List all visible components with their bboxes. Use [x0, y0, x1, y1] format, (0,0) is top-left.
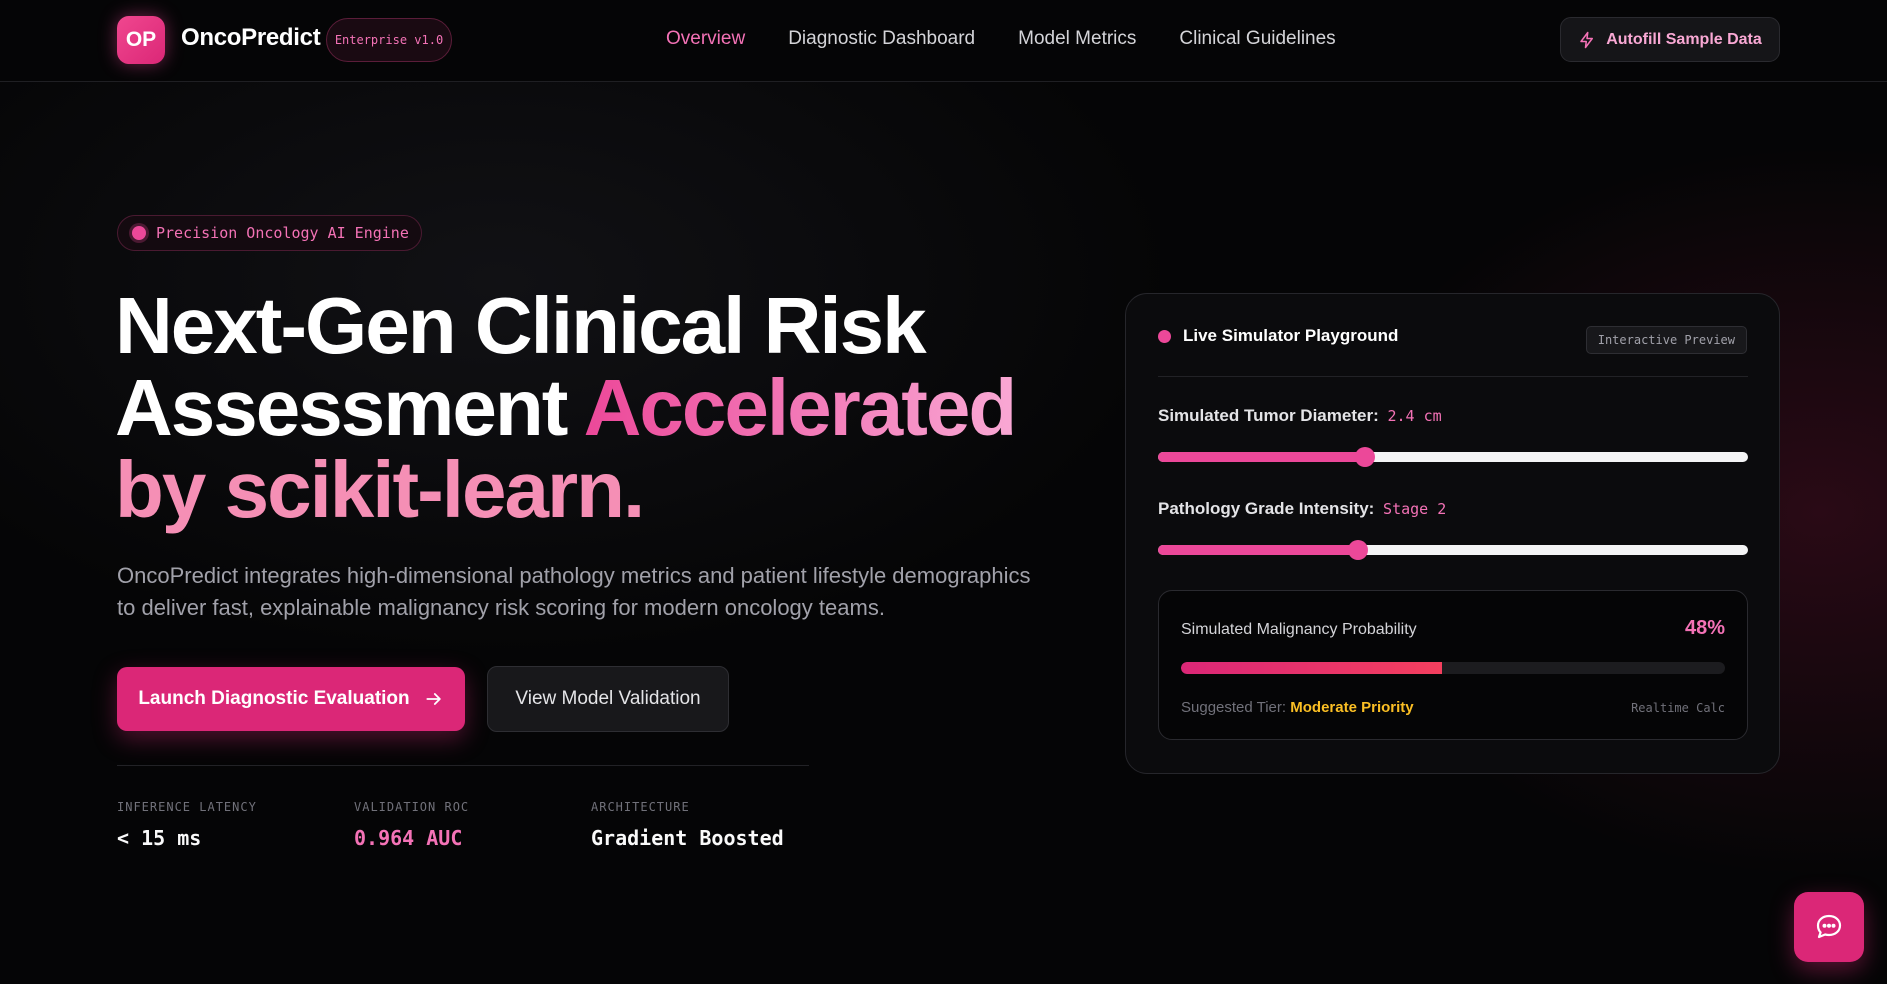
hero-tag-label: Precision Oncology AI Engine [156, 224, 409, 242]
stat-value: Gradient Boosted [591, 826, 784, 850]
tier-label: Suggested Tier: [1181, 699, 1287, 716]
lightning-icon [1580, 31, 1594, 48]
slider-thumb[interactable] [1354, 447, 1375, 467]
nav-link-diagnostic-dashboard[interactable]: Diagnostic Dashboard [788, 28, 975, 50]
suggested-tier: Suggested Tier: Moderate Priority [1181, 699, 1414, 716]
arrow-right-icon [426, 693, 441, 705]
simulator-header: Live Simulator Playground [1158, 326, 1398, 346]
chat-button[interactable] [1794, 892, 1864, 962]
tier-value: Moderate Priority [1290, 699, 1414, 716]
malignancy-probability-panel: Simulated Malignancy Probability 48% Sug… [1158, 590, 1748, 740]
simulator-divider [1158, 376, 1748, 377]
headline-highlight: Accelerated [583, 363, 1018, 452]
stat-validation-roc: VALIDATION ROC 0.964 AUC [354, 800, 469, 850]
stat-label: INFERENCE LATENCY [117, 800, 257, 814]
nav-link-model-metrics[interactable]: Model Metrics [1018, 28, 1136, 50]
brand-name[interactable]: OncoPredict [181, 24, 321, 52]
hero-divider [117, 765, 809, 766]
headline-line-2: Assessment [115, 363, 584, 452]
interactive-preview-badge: Interactive Preview [1585, 326, 1747, 354]
version-badge: Enterprise v1.0 [326, 18, 452, 62]
nav-link-overview[interactable]: Overview [666, 28, 745, 50]
view-model-validation-button[interactable]: View Model Validation [487, 666, 729, 732]
probability-value: 48% [1684, 617, 1725, 639]
tumor-diameter-slider[interactable] [1158, 447, 1748, 467]
primary-cta-label: Launch Diagnostic Evaluation [138, 688, 410, 709]
slider-fill [1158, 545, 1358, 555]
probability-bar [1181, 662, 1725, 674]
chat-bubble-icon [1816, 914, 1842, 939]
pathology-grade-label: Pathology Grade Intensity: Stage 2 [1158, 499, 1446, 519]
slider-label-text: Simulated Tumor Diameter: [1158, 406, 1379, 425]
hero-subtext: OncoPredict integrates high-dimensional … [117, 563, 1031, 620]
top-nav: OP OncoPredict Enterprise v1.0 Overview … [0, 0, 1887, 82]
nav-links: Overview Diagnostic Dashboard Model Metr… [666, 28, 1336, 50]
logo-badge[interactable]: OP [117, 16, 165, 64]
stat-architecture: ARCHITECTURE Gradient Boosted [591, 800, 784, 850]
hero-tag: Precision Oncology AI Engine [117, 215, 422, 251]
slider-value: Stage 2 [1383, 500, 1447, 518]
slider-fill [1158, 452, 1365, 462]
headline-line-1: Next-Gen Clinical Risk [115, 281, 927, 370]
tag-dot-icon [132, 226, 146, 240]
autofill-sample-data-button[interactable]: Autofill Sample Data [1560, 17, 1780, 62]
pathology-grade-slider[interactable] [1158, 540, 1748, 560]
stat-value: 0.964 AUC [354, 826, 463, 850]
nav-link-clinical-guidelines[interactable]: Clinical Guidelines [1179, 28, 1335, 50]
probability-label: Simulated Malignancy Probability [1181, 621, 1417, 638]
autofill-label: Autofill Sample Data [1606, 30, 1762, 48]
tumor-diameter-label: Simulated Tumor Diameter: 2.4 cm [1158, 406, 1442, 426]
live-simulator-card: Live Simulator Playground Interactive Pr… [1125, 293, 1780, 774]
headline-line-3: by scikit-learn. [115, 445, 645, 534]
stat-value: < 15 ms [117, 826, 202, 850]
realtime-calc-label: Realtime Calc [1631, 701, 1725, 715]
stat-label: ARCHITECTURE [591, 800, 690, 814]
slider-label-text: Pathology Grade Intensity: [1158, 499, 1375, 518]
launch-diagnostic-evaluation-button[interactable]: Launch Diagnostic Evaluation [117, 667, 465, 731]
slider-value: 2.4 cm [1387, 407, 1442, 425]
simulator-title: Live Simulator Playground [1183, 326, 1399, 345]
hero-headline: Next-Gen Clinical Risk Assessment Accele… [115, 285, 1075, 531]
slider-thumb[interactable] [1348, 540, 1368, 560]
stat-inference-latency: INFERENCE LATENCY < 15 ms [117, 800, 257, 850]
live-status-icon [1158, 329, 1171, 343]
probability-bar-fill [1181, 662, 1443, 674]
stat-label: VALIDATION ROC [354, 800, 470, 814]
